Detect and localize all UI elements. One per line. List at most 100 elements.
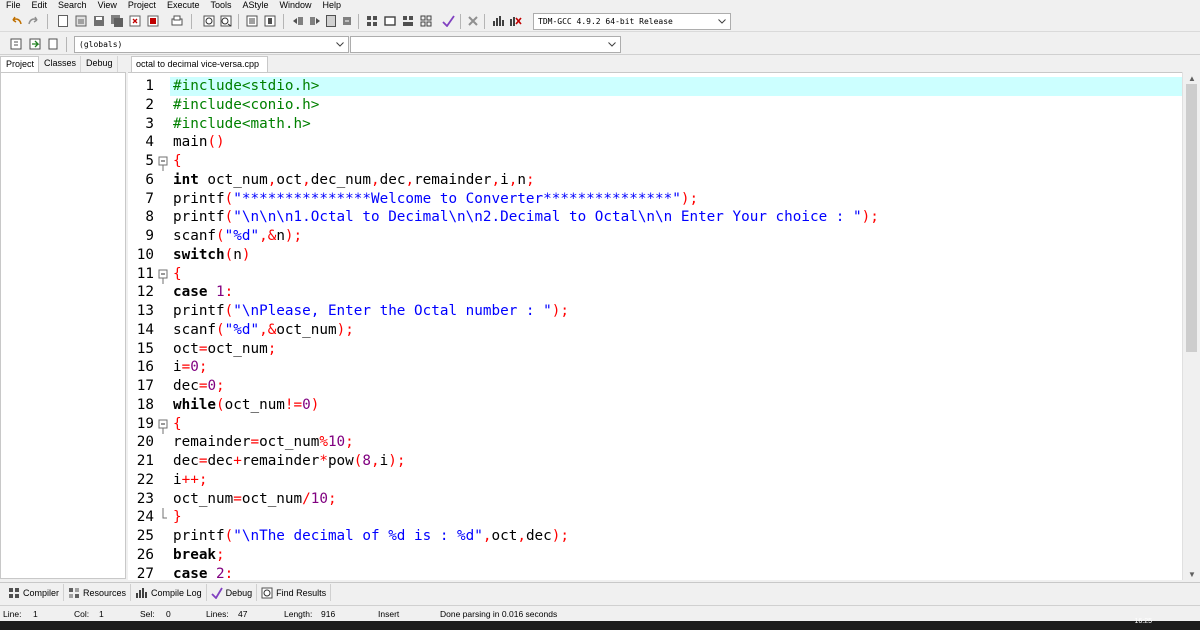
tab-compile-log-label: Compile Log	[151, 587, 202, 598]
project-panel	[0, 72, 126, 579]
goto-icon[interactable]	[245, 14, 259, 28]
tab-debug-output[interactable]: Debug	[207, 584, 258, 601]
rebuild-icon[interactable]	[419, 14, 433, 28]
editor-vertical-scrollbar[interactable]: ▲ ▼	[1182, 72, 1200, 580]
close-file-icon[interactable]	[128, 14, 142, 28]
code-line[interactable]: {	[170, 415, 1182, 434]
function-select[interactable]	[350, 36, 621, 53]
tab-compiler[interactable]: Compiler	[4, 584, 65, 601]
scroll-down-icon[interactable]: ▼	[1183, 568, 1200, 580]
code-line[interactable]: i++;	[170, 471, 1182, 490]
tab-project[interactable]: Project	[0, 56, 40, 72]
code-line[interactable]: dec=0;	[170, 377, 1182, 396]
fold-toggle-icon[interactable]	[158, 415, 168, 434]
scope-select[interactable]: (globals)	[74, 36, 349, 53]
compile-icon[interactable]	[365, 14, 379, 28]
code-line[interactable]: #include<stdio.h>	[170, 77, 1182, 96]
save-all-icon[interactable]	[110, 14, 124, 28]
tab-compile-log[interactable]: Compile Log	[131, 584, 207, 601]
tab-classes[interactable]: Classes	[39, 56, 82, 72]
menu-item-project[interactable]: Project	[128, 0, 156, 10]
profile-icon[interactable]	[491, 14, 505, 28]
status-length-label: Length:	[284, 609, 313, 619]
fold-end-icon[interactable]	[158, 508, 168, 527]
unindent-icon[interactable]	[308, 14, 322, 28]
insert-icon[interactable]	[9, 37, 23, 51]
menu-item-search[interactable]: Search	[58, 0, 87, 10]
toggle-bookmark-icon[interactable]	[263, 14, 277, 28]
toggle-panel-icon[interactable]	[46, 37, 60, 51]
code-line[interactable]: case 2:	[170, 565, 1182, 581]
tab-resources[interactable]: Resources	[64, 584, 132, 601]
compile-run-icon[interactable]	[401, 14, 415, 28]
code-line[interactable]: {	[170, 265, 1182, 284]
replace-icon[interactable]	[219, 14, 233, 28]
code-line[interactable]: i=0;	[170, 358, 1182, 377]
menu-item-astyle[interactable]: AStyle	[242, 0, 268, 10]
code-line[interactable]: printf("\n\n\n1.Octal to Decimal\n\n2.De…	[170, 208, 1182, 227]
toggle-comment-icon[interactable]	[324, 14, 338, 28]
code-line[interactable]: oct_num=oct_num/10;	[170, 490, 1182, 509]
scope-select-value: (globals)	[79, 40, 123, 49]
status-line-label: Line:	[3, 609, 22, 619]
open-file-icon[interactable]	[74, 14, 88, 28]
tab-find-results-label: Find Results	[276, 587, 327, 598]
code-line[interactable]: dec=dec+remainder*pow(8,i);	[170, 452, 1182, 471]
find-icon[interactable]	[202, 14, 216, 28]
tab-find-results[interactable]: Find Results	[257, 584, 332, 601]
new-file-icon[interactable]	[56, 14, 70, 28]
code-line[interactable]: #include<conio.h>	[170, 96, 1182, 115]
code-area[interactable]: #include<stdio.h> #include<conio.h> #inclu…	[170, 73, 1182, 580]
scroll-up-icon[interactable]: ▲	[1183, 72, 1200, 84]
fold-toggle-icon[interactable]	[158, 152, 168, 171]
compiler-select[interactable]: TDM-GCC 4.9.2 64-bit Release	[533, 13, 731, 30]
scroll-thumb[interactable]	[1186, 84, 1197, 352]
indent-icon[interactable]	[291, 14, 305, 28]
code-line[interactable]: printf("***************Welcome to Conver…	[170, 190, 1182, 209]
menu-item-window[interactable]: Window	[280, 0, 312, 10]
menu-item-help[interactable]: Help	[323, 0, 342, 10]
code-editor[interactable]: 1 2 3 4 5 6 7 8 9 10 11 12 13 14 15 16 17 18 19 20 21 22 23 24 2…	[128, 72, 1200, 580]
code-line[interactable]: case 1:	[170, 283, 1182, 302]
menu-item-tools[interactable]: Tools	[210, 0, 231, 10]
code-line[interactable]: }	[170, 508, 1182, 527]
uncomment-icon[interactable]	[340, 14, 354, 28]
undo-icon[interactable]	[9, 14, 23, 28]
stop-execution-icon[interactable]	[466, 14, 480, 28]
code-line[interactable]: int oct_num,oct,dec_num,dec,remainder,i,…	[170, 171, 1182, 190]
menu-item-edit[interactable]: Edit	[32, 0, 48, 10]
syntax-check-icon[interactable]	[441, 14, 455, 28]
code-line[interactable]: switch(n)	[170, 246, 1182, 265]
print-icon[interactable]	[170, 14, 184, 28]
code-line[interactable]: #include<math.h>	[170, 115, 1182, 134]
run-icon[interactable]	[383, 14, 397, 28]
tab-debug[interactable]: Debug	[81, 56, 118, 72]
code-line[interactable]: printf("\nPlease, Enter the Octal number…	[170, 302, 1182, 321]
redo-icon[interactable]	[26, 14, 40, 28]
code-line[interactable]: scanf("%d",&oct_num);	[170, 321, 1182, 340]
code-line[interactable]: oct=oct_num;	[170, 340, 1182, 359]
code-line[interactable]: printf("\nThe decimal of %d is : %d",oct…	[170, 527, 1182, 546]
code-line[interactable]: scanf("%d",&n);	[170, 227, 1182, 246]
code-line[interactable]: break;	[170, 546, 1182, 565]
editor-file-tab[interactable]: octal to decimal vice-versa.cpp	[131, 56, 269, 72]
line-number: 26	[136, 546, 154, 563]
status-lines-value: 47	[238, 609, 248, 619]
chevron-down-icon	[606, 37, 618, 52]
menu-item-execute[interactable]: Execute	[167, 0, 200, 10]
code-line[interactable]: main()	[170, 133, 1182, 152]
code-line[interactable]: {	[170, 152, 1182, 171]
save-icon[interactable]	[92, 14, 106, 28]
line-number: 1	[145, 78, 154, 94]
delete-profile-icon[interactable]	[508, 14, 522, 28]
line-number: 18	[136, 396, 154, 413]
menu-item-view[interactable]: View	[98, 0, 117, 10]
code-line[interactable]: remainder=oct_num%10;	[170, 433, 1182, 452]
status-lines-label: Lines:	[206, 609, 229, 619]
close-all-icon[interactable]	[146, 14, 160, 28]
code-line[interactable]: while(oct_num!=0)	[170, 396, 1182, 415]
menu-item-file[interactable]: File	[6, 0, 21, 10]
goto-declaration-icon[interactable]	[28, 37, 42, 51]
fold-toggle-icon[interactable]	[158, 265, 168, 284]
chevron-down-icon	[716, 14, 728, 29]
